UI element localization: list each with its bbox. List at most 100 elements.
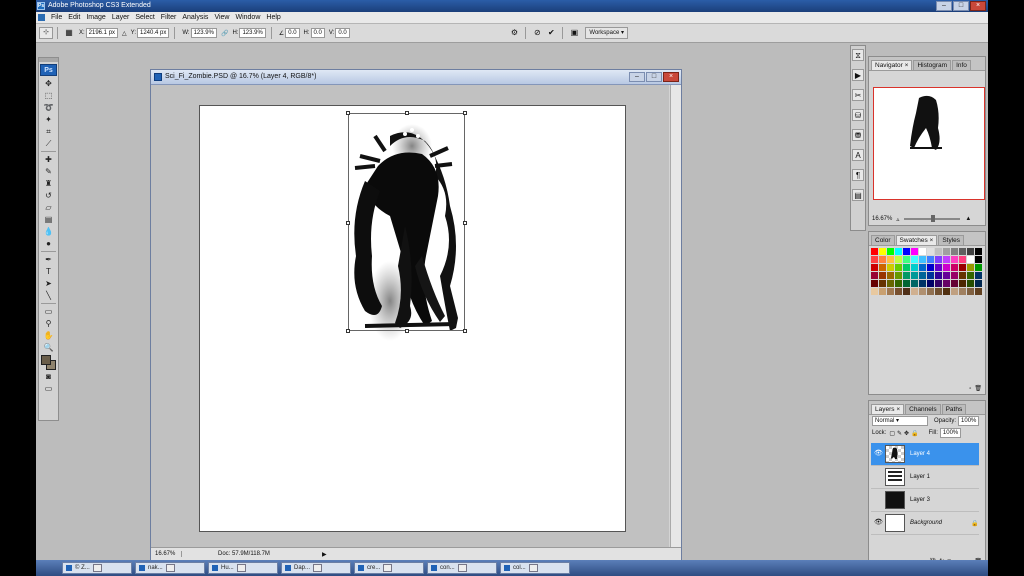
hskew-field[interactable]: 0.0 [310,28,325,38]
color-swatch[interactable] [879,264,886,271]
menu-image[interactable]: Image [83,12,108,23]
tab-histogram[interactable]: Histogram [913,60,952,70]
layer-name[interactable]: Layer 1 [910,474,979,480]
color-swatch[interactable] [887,280,894,287]
color-swatch[interactable] [975,288,982,295]
transform-bounding-box[interactable] [346,111,467,333]
transform-handle[interactable] [463,329,467,333]
vertical-scrollbar[interactable] [670,85,681,549]
clone-source-icon[interactable]: ⛃ [852,129,864,141]
color-swatch[interactable] [959,280,966,287]
layer-row-background[interactable]: 👁 Background 🔒 [871,512,979,535]
transform-handle[interactable] [463,221,467,225]
visibility-eye-icon[interactable] [874,473,882,481]
navigator-zoom-slider[interactable] [904,215,961,222]
color-swatch[interactable] [943,280,950,287]
tab-navigator[interactable]: Navigator × [871,60,913,70]
tab-swatches[interactable]: Swatches × [895,235,938,245]
layer-row-layer-4[interactable]: 👁 Layer 4 [871,443,979,466]
menu-view[interactable]: View [211,12,232,23]
layer-row-layer-1[interactable]: Layer 1 [871,466,979,489]
w-field[interactable]: 123.9% [190,28,217,38]
color-swatch[interactable] [927,256,934,263]
taskbar-item[interactable]: Dap... [281,562,351,574]
color-swatch[interactable] [967,248,974,255]
zoom-level[interactable]: 16.67% [151,551,182,557]
color-swatch[interactable] [959,248,966,255]
color-swatch[interactable] [871,288,878,295]
layer-name[interactable]: Background [910,520,971,526]
close-button[interactable]: × [970,1,986,11]
delete-swatch-icon[interactable]: 🗑 [974,385,982,392]
color-swatch[interactable] [927,280,934,287]
menu-analysis[interactable]: Analysis [179,12,211,23]
new-swatch-icon[interactable]: ▫ [969,386,971,392]
document-title-bar[interactable]: Sci_Fi_Zombie.PSD @ 16.7% (Layer 4, RGB/… [151,70,681,85]
taskbar-item[interactable]: con... [427,562,497,574]
blur-tool-icon[interactable]: 💧 [41,226,57,237]
color-swatch[interactable] [943,256,950,263]
transform-handle[interactable] [346,221,350,225]
color-swatch[interactable] [879,248,886,255]
eraser-tool-icon[interactable]: ▱ [41,202,57,213]
tab-styles[interactable]: Styles [938,235,965,245]
menu-window[interactable]: Window [232,12,263,23]
color-swatch[interactable] [919,256,926,263]
link-icon[interactable]: 🔗 [221,30,228,37]
color-swatch[interactable] [927,272,934,279]
lock-position-icon[interactable]: ✥ [904,430,909,437]
paragraph-panel-icon[interactable]: ¶ [852,169,864,181]
h-field[interactable]: 123.9% [239,28,266,38]
color-swatch[interactable] [903,264,910,271]
color-swatch[interactable] [943,288,950,295]
eyedropper-tool-icon[interactable]: ⚲ [41,318,57,329]
color-swatch[interactable] [887,272,894,279]
menu-layer[interactable]: Layer [109,12,133,23]
color-swatch[interactable] [911,264,918,271]
marquee-tool-icon[interactable]: ⬚ [41,90,57,101]
color-swatch[interactable] [967,264,974,271]
taskbar-item[interactable]: nak... [135,562,205,574]
rotate-field[interactable]: 0.0 [285,28,300,38]
menu-edit[interactable]: Edit [65,12,83,23]
lasso-tool-icon[interactable]: ➰ [41,102,57,113]
notes-tool-icon[interactable]: ▭ [41,306,57,317]
color-swatch[interactable] [959,256,966,263]
visibility-eye-icon[interactable] [874,496,882,504]
line-tool-icon[interactable]: ╲ [41,290,57,301]
actions-panel-icon[interactable]: ▶ [852,69,864,81]
layer-comps-icon[interactable]: ▤ [852,189,864,201]
screen-mode-icon[interactable]: ▭ [41,383,57,394]
color-swatch[interactable] [927,288,934,295]
reference-point-icon[interactable]: ▦ [64,28,74,38]
color-swatch[interactable] [975,280,982,287]
color-swatch[interactable] [887,248,894,255]
doc-minimize-button[interactable]: – [629,72,645,82]
clone-stamp-tool-icon[interactable]: ♜ [41,178,57,189]
zoom-tool-icon[interactable]: 🔍 [41,342,57,353]
move-tool-icon[interactable]: ✥ [41,78,57,89]
color-swatch[interactable] [975,256,982,263]
navigator-zoom[interactable]: 16.67% [872,216,892,222]
color-swatch[interactable] [967,272,974,279]
color-swatch[interactable] [959,264,966,271]
status-menu-arrow-icon[interactable]: ▶ [322,551,327,558]
doc-maximize-button[interactable]: □ [646,72,662,82]
bridge-icon[interactable]: ▣ [569,28,579,38]
color-swatch[interactable] [967,280,974,287]
taskbar-item[interactable]: col... [500,562,570,574]
menu-select[interactable]: Select [132,12,157,23]
color-swatch[interactable] [911,272,918,279]
doc-close-button[interactable]: × [663,72,679,82]
color-swatch[interactable] [951,280,958,287]
history-panel-icon[interactable]: ⧖ [852,49,864,61]
color-swatch[interactable] [895,264,902,271]
color-swatch[interactable] [879,272,886,279]
color-swatch[interactable] [911,256,918,263]
transform-handle[interactable] [346,111,350,115]
color-swatch[interactable] [959,288,966,295]
color-swatch[interactable] [911,248,918,255]
layer-name[interactable]: Layer 3 [910,497,979,503]
color-swatch[interactable] [919,272,926,279]
gradient-tool-icon[interactable]: ▤ [41,214,57,225]
